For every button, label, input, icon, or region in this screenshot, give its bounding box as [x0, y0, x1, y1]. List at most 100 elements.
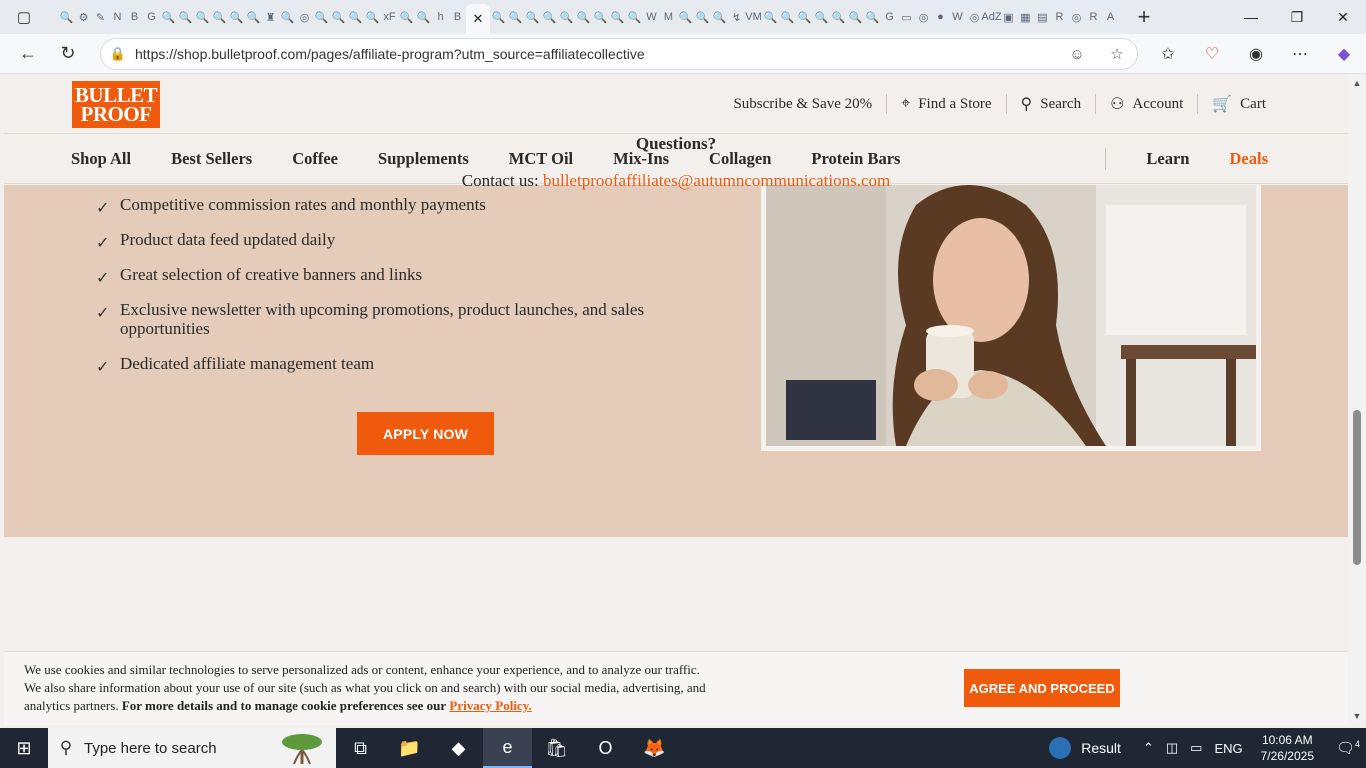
reader-icon[interactable]: ☺ [1057, 46, 1097, 63]
tab-favicon[interactable]: 🔍 [279, 0, 296, 34]
tab-favicon[interactable]: 🔍 [160, 0, 177, 34]
tab-favicon[interactable]: 🔍 [813, 0, 830, 34]
tab-favicon[interactable]: ↯ [728, 0, 745, 34]
battery-icon[interactable]: ▭ [1190, 740, 1202, 756]
tab-favicon[interactable]: 🔍 [524, 0, 541, 34]
outlook-app-icon[interactable]: O [581, 728, 630, 768]
maximize-button[interactable]: ❐ [1274, 0, 1320, 34]
tab-favicon[interactable]: 🔍 [677, 0, 694, 34]
profile-avatar[interactable]: ◉ [1234, 44, 1278, 64]
tab-favicon[interactable]: 🔍 [330, 0, 347, 34]
result-widget[interactable]: Result [1049, 737, 1121, 759]
store-app-icon[interactable]: 🛍 [532, 728, 581, 768]
tab-favicon[interactable]: ▣ [1000, 0, 1017, 34]
tab-favicon[interactable]: G [143, 0, 160, 34]
notification-center-icon[interactable]: 🗨4 [1330, 739, 1366, 757]
tab-favicon[interactable]: ✎ [92, 0, 109, 34]
tab-favicon[interactable]: 🔍 [398, 0, 415, 34]
tab-favicon[interactable]: 🔍 [245, 0, 262, 34]
tab-favicon[interactable]: 🔍 [228, 0, 245, 34]
affiliate-email-link[interactable]: bulletproofaffiliates@autumncommunicatio… [543, 171, 890, 190]
clock[interactable]: 10:06 AM 7/26/2025 [1261, 732, 1314, 764]
tab-favicon[interactable]: ▭ [898, 0, 915, 34]
minimize-button[interactable]: — [1228, 0, 1274, 34]
tab-favicon[interactable]: 🔍 [211, 0, 228, 34]
close-tab-icon[interactable]: ✕ [473, 11, 484, 27]
network-icon[interactable]: ◫ [1166, 740, 1178, 756]
tab-favicon[interactable]: 🔍 [490, 0, 507, 34]
tab-favicon[interactable]: 🔍 [711, 0, 728, 34]
apply-now-button[interactable]: APPLY NOW [357, 412, 494, 455]
tab-favicon[interactable]: 🔍 [58, 0, 75, 34]
taskbar-search[interactable]: ⚲ Type here to search [48, 728, 336, 768]
tab-favicon[interactable]: 🔍 [194, 0, 211, 34]
tab-favicon[interactable]: ◎ [296, 0, 313, 34]
tab-favicon[interactable]: 🔍 [830, 0, 847, 34]
tab-favicon[interactable]: G [881, 0, 898, 34]
settings-more-icon[interactable]: ⋯ [1278, 44, 1322, 64]
tab-favicon[interactable]: ♜ [262, 0, 279, 34]
utility-cart[interactable]: 🛒 Cart [1197, 94, 1280, 114]
favorites-icon[interactable]: ✩ [1146, 44, 1190, 64]
utility-search[interactable]: ⚲ Search [1005, 94, 1096, 114]
back-button[interactable]: ← [8, 34, 48, 74]
tab-favicon[interactable]: 🔍 [177, 0, 194, 34]
scroll-down-arrow-icon[interactable]: ▼ [1348, 711, 1366, 721]
tab-favicon[interactable]: R [1085, 0, 1102, 34]
copilot-icon[interactable]: ◆ [1322, 44, 1366, 64]
scrollbar-thumb[interactable] [1353, 410, 1361, 565]
tab-favicon[interactable]: M [660, 0, 677, 34]
address-bar[interactable]: 🔒 https://shop.bulletproof.com/pages/aff… [100, 38, 1138, 70]
start-button[interactable]: ⊞ [0, 728, 48, 768]
close-window-button[interactable]: ✕ [1320, 0, 1366, 34]
firefox-app-icon[interactable]: 🦊 [630, 728, 679, 768]
language-indicator[interactable]: ENG [1214, 741, 1242, 756]
active-tab[interactable]: ✕ [466, 4, 490, 34]
tab-favicon[interactable]: 🔍 [694, 0, 711, 34]
tab-favicon[interactable]: 🔍 [796, 0, 813, 34]
page-scrollbar[interactable]: ▲ ▼ [1348, 74, 1366, 725]
utility-account[interactable]: ⚇ Account [1095, 94, 1197, 114]
tab-favicon[interactable]: 🔍 [626, 0, 643, 34]
tab-favicon[interactable]: ▤ [1034, 0, 1051, 34]
tab-favicon[interactable]: W [643, 0, 660, 34]
tab-favicon[interactable]: ⚙ [75, 0, 92, 34]
agree-and-proceed-button[interactable]: AGREE AND PROCEED [964, 669, 1120, 707]
refresh-button[interactable]: ↻ [48, 34, 88, 74]
tab-favicon[interactable]: ◎ [915, 0, 932, 34]
tab-favicon[interactable]: 🔍 [347, 0, 364, 34]
tab-favicon[interactable]: AdZ [981, 0, 1001, 34]
tab-favicon[interactable]: 🔍 [364, 0, 381, 34]
tab-favicon[interactable]: 🔍 [864, 0, 881, 34]
tab-favicon[interactable]: ▦ [1017, 0, 1034, 34]
scroll-up-arrow-icon[interactable]: ▲ [1348, 78, 1366, 88]
hidden-icons-chevron-icon[interactable]: ⌃ [1143, 740, 1154, 756]
tab-favicon[interactable]: VM [745, 0, 762, 34]
favorite-star-icon[interactable]: ☆ [1097, 45, 1137, 63]
tab-favicon[interactable]: R [1051, 0, 1068, 34]
utility-find-a-store[interactable]: ⌖ Find a Store [886, 94, 1005, 114]
tab-favicon[interactable]: A [1102, 0, 1119, 34]
tab-favicon[interactable]: ◎ [1068, 0, 1085, 34]
edge-app-icon[interactable]: e [483, 728, 532, 768]
tab-favicon[interactable]: h [432, 0, 449, 34]
file-explorer-icon[interactable]: 📁 [385, 728, 434, 768]
utility-subscribe-save-20[interactable]: Subscribe & Save 20% [719, 94, 886, 114]
tab-favicon[interactable]: 🔍 [507, 0, 524, 34]
tab-favicon[interactable]: 🔍 [575, 0, 592, 34]
tab-favicon[interactable]: 🔍 [847, 0, 864, 34]
url-text[interactable]: https://shop.bulletproof.com/pages/affil… [135, 46, 1057, 62]
tab-favicon[interactable]: ● [932, 0, 949, 34]
tab-favicon[interactable]: B [449, 0, 466, 34]
tab-favicon[interactable]: 🔍 [558, 0, 575, 34]
task-view-icon[interactable]: ⧉ [336, 728, 385, 768]
tab-favicon[interactable]: B [126, 0, 143, 34]
tab-favicon[interactable]: 🔍 [541, 0, 558, 34]
tab-actions-button[interactable]: ▢ [0, 0, 48, 34]
new-tab-button[interactable]: + [1129, 4, 1159, 30]
copilot-app-icon[interactable]: ◆ [434, 728, 483, 768]
browser-essentials-icon[interactable]: ♡ [1190, 44, 1234, 64]
tab-favicon[interactable]: 🔍 [609, 0, 626, 34]
site-info-icon[interactable]: 🔒 [101, 46, 135, 62]
tab-favicon[interactable]: 🔍 [592, 0, 609, 34]
